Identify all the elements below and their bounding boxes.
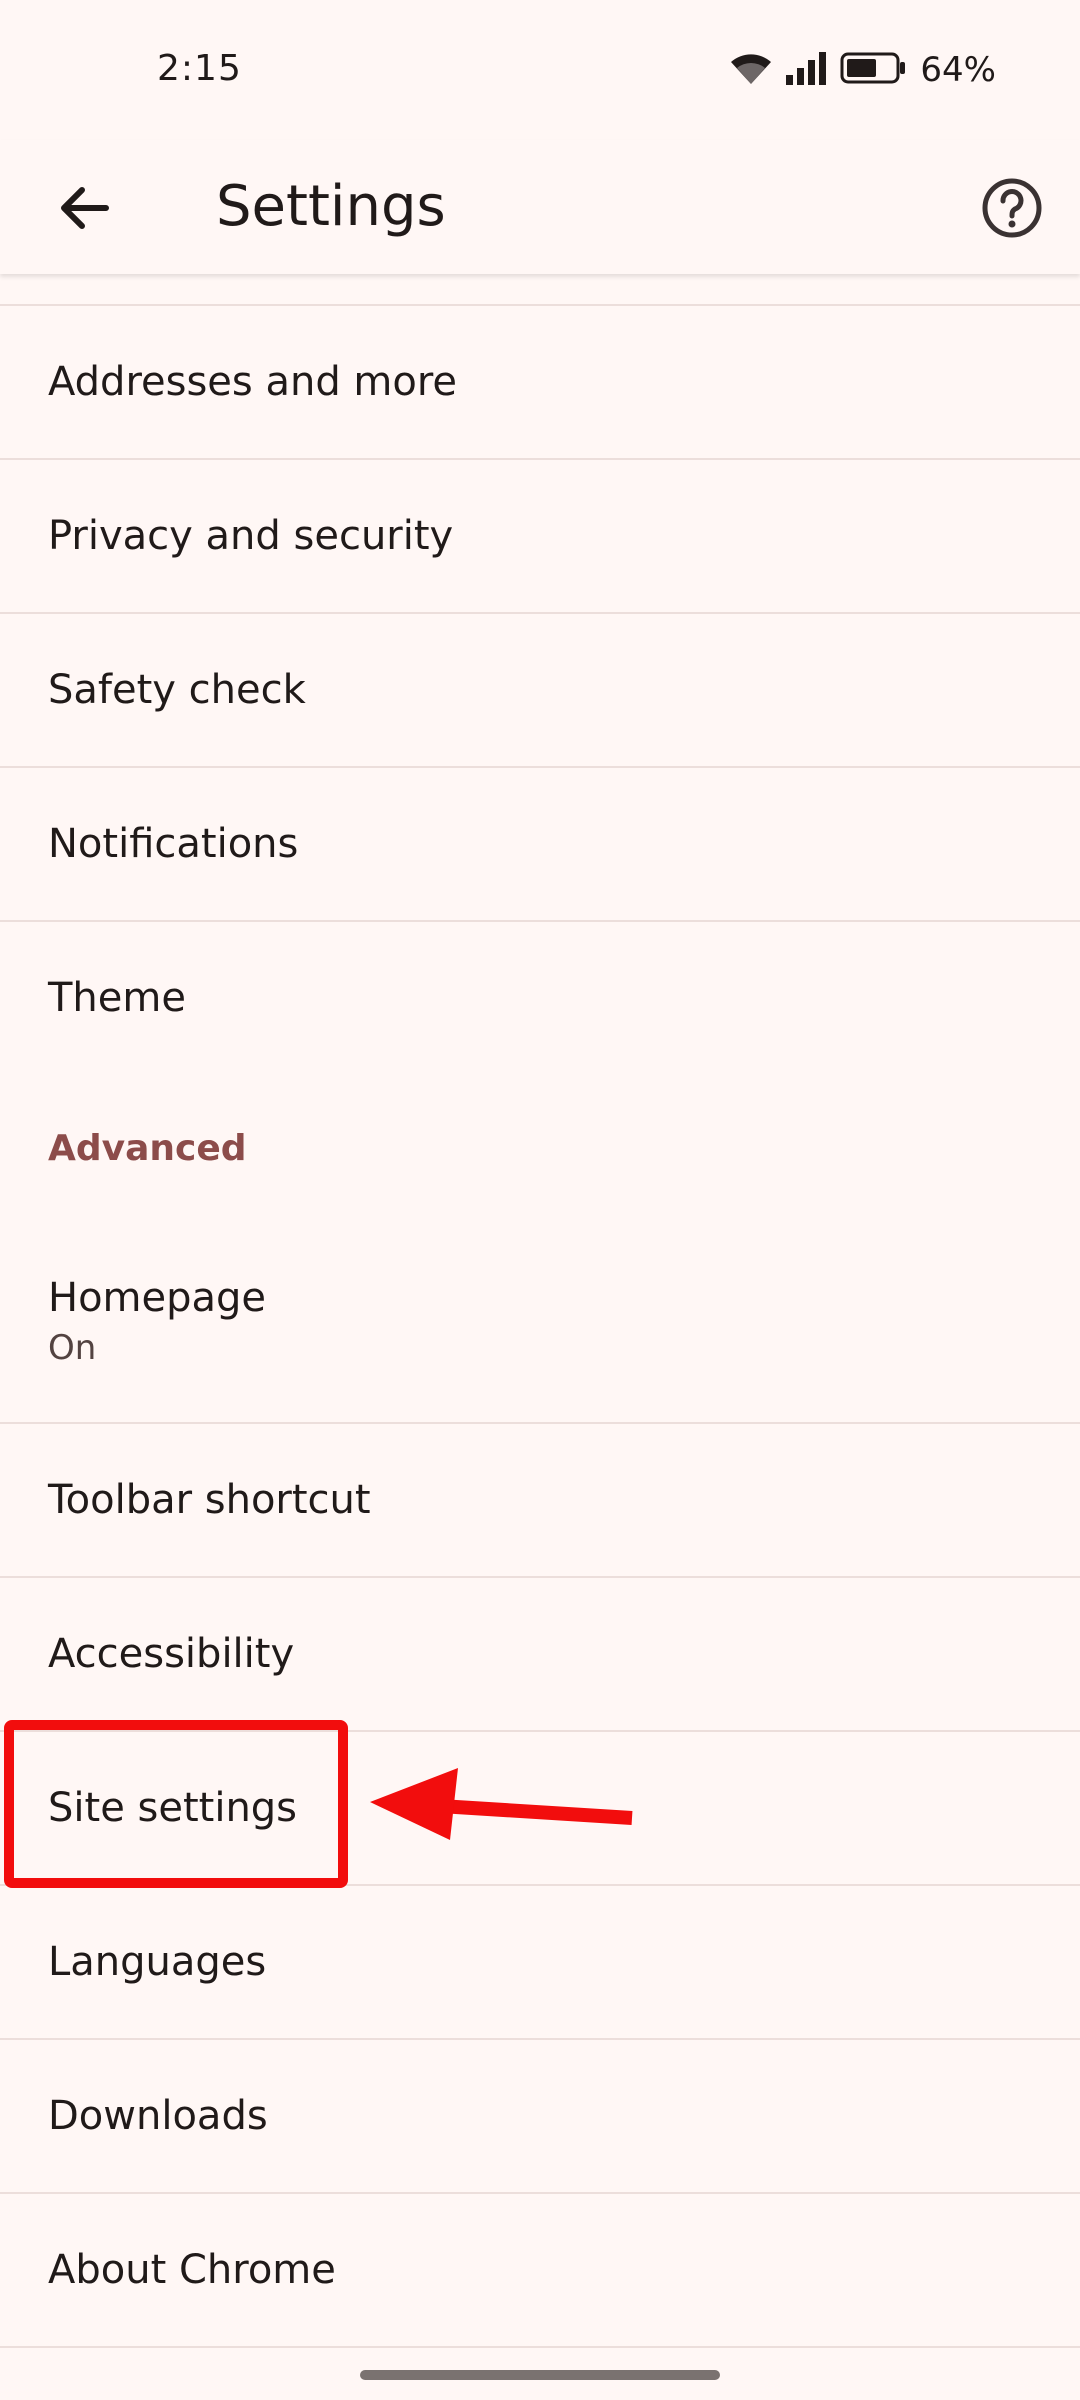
settings-item-label: About Chrome [48, 2247, 336, 2293]
settings-item-sublabel: On [48, 1328, 97, 1368]
settings-item-label: Notifications [48, 821, 299, 867]
settings-item-languages[interactable]: Languages [0, 1886, 1080, 2038]
status-bar: 2:15 64% [0, 0, 1080, 140]
settings-item-label: Privacy and security [48, 513, 454, 559]
arrow-back-icon [56, 180, 112, 240]
settings-item-addresses[interactable]: Addresses and more [0, 306, 1080, 458]
back-button[interactable] [44, 170, 124, 250]
settings-item-accessibility[interactable]: Accessibility [0, 1578, 1080, 1730]
annotation-arrow-icon [370, 1760, 640, 1844]
status-time: 2:15 [157, 48, 242, 89]
settings-item-privacy[interactable]: Privacy and security [0, 460, 1080, 612]
settings-item-label: Theme [48, 975, 186, 1021]
status-icons: 64% [728, 50, 996, 90]
settings-item-safety-check[interactable]: Safety check [0, 614, 1080, 766]
settings-item-label: Languages [48, 1939, 267, 1985]
settings-item-label: Safety check [48, 667, 306, 713]
settings-item-about-chrome[interactable]: About Chrome [0, 2194, 1080, 2346]
annotation-highlight-box [4, 1720, 348, 1888]
settings-item-label: Addresses and more [48, 359, 458, 405]
help-button[interactable] [970, 168, 1054, 252]
settings-item-label: Homepage [48, 1275, 267, 1321]
gesture-nav-bar[interactable] [360, 2370, 720, 2380]
settings-item-label: Toolbar shortcut [48, 1477, 371, 1523]
settings-item-downloads[interactable]: Downloads [0, 2040, 1080, 2192]
wifi-icon [728, 50, 774, 90]
settings-item-label: Downloads [48, 2093, 268, 2139]
signal-icon [784, 51, 830, 89]
section-header-advanced: Advanced [48, 1127, 247, 1169]
settings-item-toolbar-shortcut[interactable]: Toolbar shortcut [0, 1424, 1080, 1576]
battery-icon [840, 52, 906, 88]
settings-item-theme[interactable]: Theme [0, 922, 1080, 1074]
settings-item-homepage[interactable]: Homepage On [0, 1222, 1080, 1422]
settings-item-notifications[interactable]: Notifications [0, 768, 1080, 920]
settings-item-label: Accessibility [48, 1631, 295, 1677]
divider [0, 2346, 1080, 2348]
page-title: Settings [216, 174, 446, 239]
settings-list: Addresses and more Privacy and security … [0, 304, 1080, 2348]
app-bar: Settings [0, 140, 1080, 274]
help-circle-icon [981, 177, 1043, 243]
screen: 2:15 64% Settings Addresses and more Pri… [0, 0, 1080, 2400]
battery-percent: 64% [920, 50, 996, 90]
